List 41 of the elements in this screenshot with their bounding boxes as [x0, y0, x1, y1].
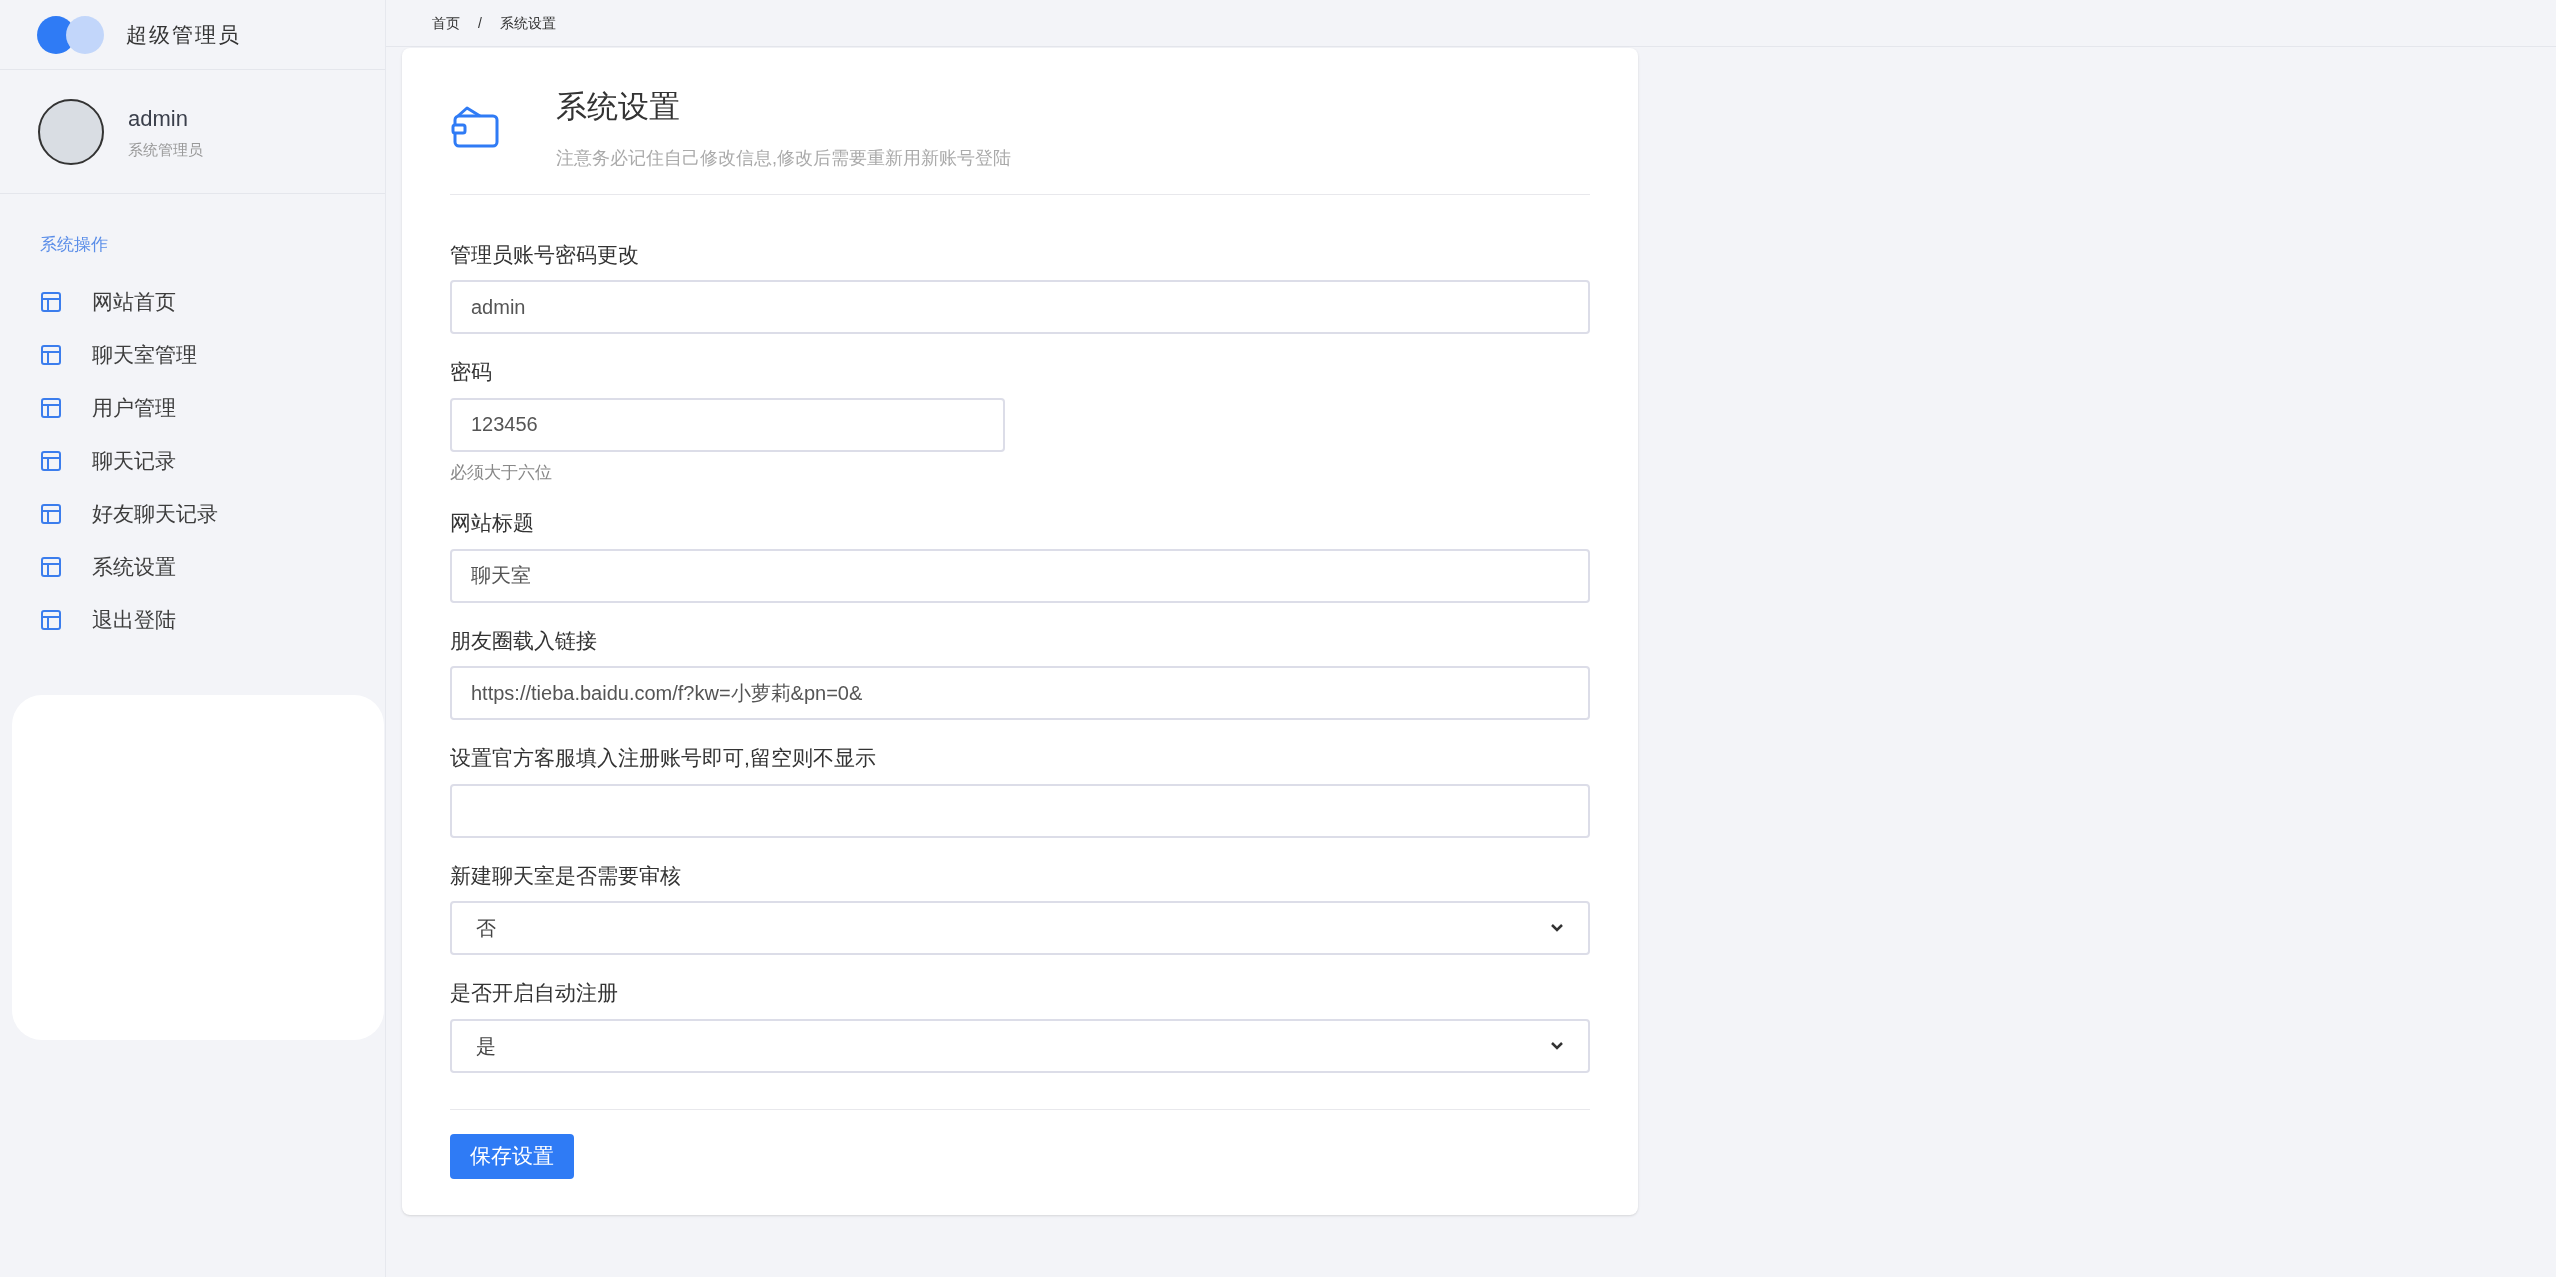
user-name: admin [128, 104, 189, 133]
layout-icon [40, 450, 62, 472]
field-label: 设置官方客服填入注册账号即可,留空则不显示 [450, 745, 877, 771]
field-label: 管理员账号密码更改 [450, 241, 640, 268]
input-field[interactable]: 123456 [450, 397, 1005, 452]
field-label: 密码 [450, 359, 493, 385]
help-text: 必须大于六位 [450, 461, 553, 484]
sidebar-item[interactable]: 网站首页 [40, 275, 345, 329]
layout-icon [40, 291, 62, 313]
field-label: 网站标题 [450, 510, 535, 536]
layout-icon [40, 556, 62, 578]
input-field[interactable]: admin [450, 280, 1590, 334]
breadcrumb-link[interactable]: 首页 [432, 12, 460, 34]
breadcrumb-separator: / [478, 13, 482, 33]
layout-icon [40, 344, 62, 366]
brand-title: 超级管理员 [126, 21, 241, 48]
field-label: 朋友圈载入链接 [450, 627, 598, 654]
chevron-down-icon [1550, 923, 1564, 933]
input-field[interactable]: 聊天室 [450, 548, 1590, 603]
input-field[interactable] [450, 783, 1590, 838]
save-button[interactable]: 保存设置 [450, 1133, 574, 1179]
sidebar-item[interactable]: 好友聊天记录 [40, 487, 345, 541]
sidebar-section-title: 系统操作 [40, 234, 109, 256]
layout-icon [40, 609, 62, 631]
logo-icon [36, 14, 106, 55]
field-label: 是否开启自动注册 [450, 980, 619, 1006]
sidebar-item[interactable]: 聊天室管理 [40, 328, 345, 382]
user-role: 系统管理员 [128, 139, 203, 160]
input-field[interactable]: https://tieba.baidu.com/f?kw=小萝莉&pn=0& [450, 666, 1590, 720]
chevron-down-icon [1550, 1040, 1564, 1051]
sidebar-item[interactable]: 聊天记录 [40, 434, 345, 488]
layout-icon [40, 397, 62, 419]
select-field[interactable]: 否 [450, 901, 1590, 955]
sidebar-item[interactable]: 用户管理 [40, 381, 345, 435]
sidebar-item[interactable]: 退出登陆 [40, 593, 345, 647]
select-field[interactable]: 是 [450, 1018, 1590, 1073]
card-subtitle: 注意务必记住自己修改信息,修改后需要重新用新账号登陆 [556, 146, 1011, 170]
layout-icon [40, 503, 62, 525]
field-label: 新建聊天室是否需要审核 [450, 862, 682, 889]
card-title: 系统设置 [556, 88, 681, 126]
sidebar-item[interactable]: 系统设置 [40, 540, 345, 594]
